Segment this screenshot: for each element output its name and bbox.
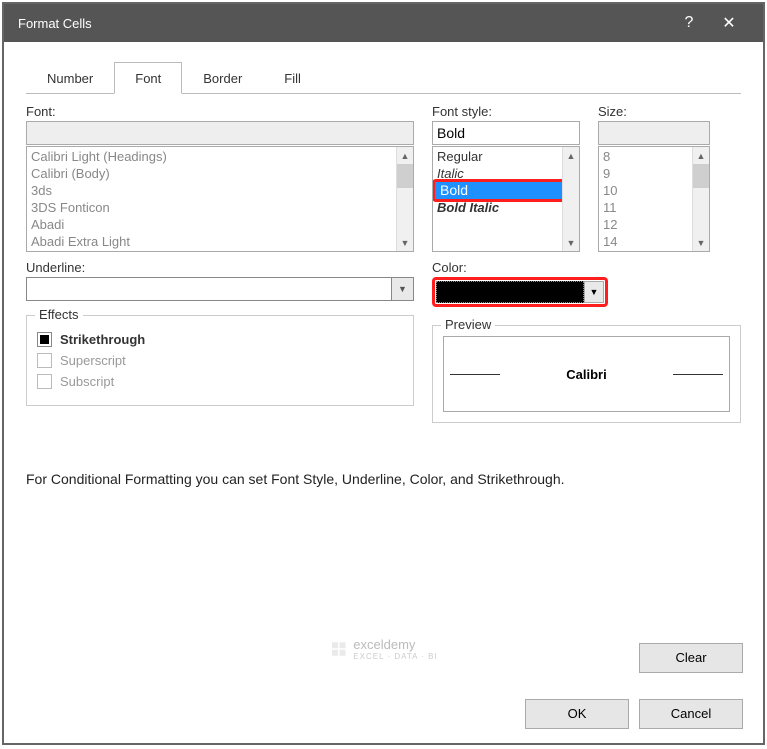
clear-button[interactable]: Clear: [639, 643, 743, 673]
underline-dropdown[interactable]: ▼: [26, 277, 414, 301]
scroll-down-icon[interactable]: ▼: [693, 234, 709, 251]
scroll-up-icon[interactable]: ▲: [563, 147, 579, 164]
scroll-down-icon[interactable]: ▼: [563, 234, 579, 251]
preview-legend: Preview: [441, 317, 495, 332]
tab-fill[interactable]: Fill: [263, 62, 322, 94]
fontstyle-label: Font style:: [432, 104, 580, 119]
window-title: Format Cells: [18, 16, 92, 31]
superscript-checkbox: Superscript: [37, 353, 403, 368]
list-item[interactable]: Abadi Extra Light: [29, 233, 411, 250]
tab-number[interactable]: Number: [26, 62, 114, 94]
scroll-thumb[interactable]: [693, 164, 709, 188]
scroll-up-icon[interactable]: ▲: [397, 147, 413, 164]
font-input[interactable]: [26, 121, 414, 145]
checkbox-icon[interactable]: [37, 332, 52, 347]
strikethrough-checkbox[interactable]: Strikethrough: [37, 332, 403, 347]
watermark: exceldemy EXCEL · DATA · BI: [329, 637, 437, 661]
color-swatch[interactable]: [436, 281, 584, 303]
tab-font[interactable]: Font: [114, 62, 182, 94]
list-item[interactable]: 3DS Fonticon: [29, 199, 411, 216]
fontstyle-input[interactable]: [432, 121, 580, 145]
list-item[interactable]: Calibri Light (Headings): [29, 148, 411, 165]
tab-border[interactable]: Border: [182, 62, 263, 94]
font-label: Font:: [26, 104, 414, 119]
chevron-down-icon[interactable]: ▼: [584, 281, 604, 303]
color-label: Color:: [432, 260, 741, 275]
watermark-tagline: EXCEL · DATA · BI: [353, 652, 437, 661]
hint-text: For Conditional Formatting you can set F…: [26, 471, 741, 487]
font-listbox[interactable]: Calibri Light (Headings) Calibri (Body) …: [26, 146, 414, 252]
size-input[interactable]: [598, 121, 710, 145]
list-item[interactable]: Regular: [435, 148, 577, 165]
list-item[interactable]: Abadi: [29, 216, 411, 233]
scrollbar[interactable]: ▲ ▼: [396, 147, 413, 251]
checkbox-icon: [37, 353, 52, 368]
preview-line-icon: [673, 374, 723, 375]
underline-label: Underline:: [26, 260, 414, 275]
help-button[interactable]: ?: [669, 14, 709, 32]
checkbox-icon: [37, 374, 52, 389]
preview-line-icon: [450, 374, 500, 375]
color-dropdown[interactable]: ▼: [432, 277, 608, 307]
close-button[interactable]: ✕: [709, 13, 749, 33]
preview-box: Calibri: [443, 336, 730, 412]
list-item[interactable]: Calibri (Body): [29, 165, 411, 182]
underline-field[interactable]: [26, 277, 392, 301]
titlebar: Format Cells ? ✕: [4, 4, 763, 42]
list-item[interactable]: Bold Italic: [435, 199, 577, 216]
chevron-down-icon[interactable]: ▼: [392, 277, 414, 301]
preview-group: Preview Calibri: [432, 325, 741, 423]
size-listbox[interactable]: 8 9 10 11 12 14 ▲ ▼: [598, 146, 710, 252]
list-item[interactable]: Bold: [435, 182, 577, 199]
tab-bar: Number Font Border Fill: [26, 62, 741, 94]
scrollbar[interactable]: ▲ ▼: [692, 147, 709, 251]
scroll-thumb[interactable]: [397, 164, 413, 188]
size-label: Size:: [598, 104, 710, 119]
scroll-up-icon[interactable]: ▲: [693, 147, 709, 164]
scroll-down-icon[interactable]: ▼: [397, 234, 413, 251]
cancel-button[interactable]: Cancel: [639, 699, 743, 729]
effects-legend: Effects: [35, 307, 83, 322]
fontstyle-listbox[interactable]: Regular Italic Bold Bold Italic ▲ ▼: [432, 146, 580, 252]
logo-icon: [329, 640, 347, 658]
subscript-checkbox: Subscript: [37, 374, 403, 389]
ok-button[interactable]: OK: [525, 699, 629, 729]
effects-group: Effects Strikethrough Superscript Subscr…: [26, 315, 414, 406]
list-item[interactable]: 3ds: [29, 182, 411, 199]
scrollbar[interactable]: ▲ ▼: [562, 147, 579, 251]
preview-text: Calibri: [566, 367, 606, 382]
watermark-brand: exceldemy: [353, 637, 437, 652]
